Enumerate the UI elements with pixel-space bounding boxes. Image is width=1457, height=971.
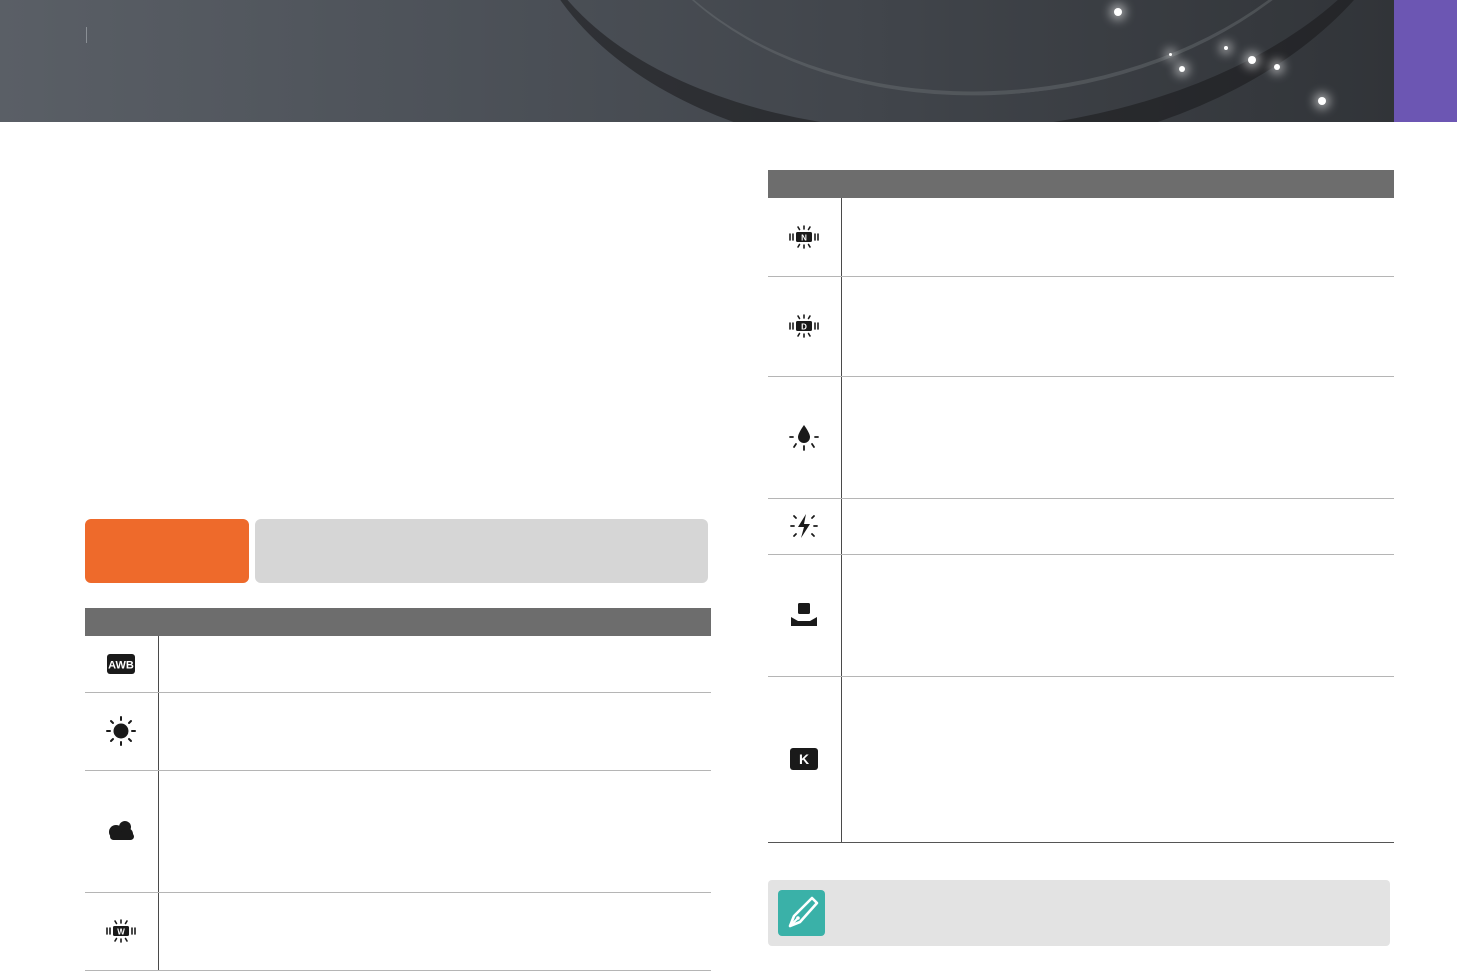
table-row: N [768,198,1394,277]
table-header-icon-column [768,170,841,198]
table-cell-icon: AWB [85,636,159,693]
table-row: AWB [85,636,711,693]
tungsten-bulb-icon [789,425,820,451]
table-row [768,376,1394,499]
header-light-dot [1114,8,1122,16]
table-header-description-column [841,170,1394,198]
table-cell-icon: K [768,676,842,843]
table-row [85,770,711,893]
table-header-icon-column [85,608,158,636]
table-cell-icon [85,692,159,771]
header-light-dot [1318,97,1326,105]
table-row: W [85,892,711,971]
header-light-dot [1179,66,1185,72]
svg-text:W: W [117,928,125,937]
table-row: K [768,676,1394,843]
table-cell-description [158,636,711,693]
fluorescent-w-icon: W [106,919,137,943]
table-row [768,554,1394,677]
option-label-block [85,519,249,583]
svg-text:K: K [799,751,809,767]
table-cell-description [158,692,711,771]
white-balance-table-left: AWB W [85,608,711,971]
kelvin-k-icon: K [790,748,819,770]
cloudy-icon [109,821,135,840]
pen-nib-icon [788,896,819,928]
note-box [768,880,1390,946]
page-header-banner [0,0,1457,122]
svg-text:AWB: AWB [108,659,134,671]
table-header-description-column [158,608,711,636]
table-row [768,498,1394,555]
awb-icon: AWB [107,653,136,674]
header-light-dot [1248,56,1256,64]
fluorescent-n-icon: N [789,224,820,249]
flash-wb-icon [790,514,819,538]
fluorescent-d-icon: D [789,314,820,338]
breadcrumb-divider [86,27,87,43]
table-cell-icon: D [768,276,842,377]
table-header-row [768,170,1394,198]
table-cell-description [841,376,1394,499]
custom-set-icon [791,603,818,626]
daylight-sun-icon [106,716,137,746]
header-light-dot [1169,53,1172,56]
table-cell-icon [768,498,842,555]
table-cell-description [841,276,1394,377]
table-cell-icon [768,554,842,677]
table-cell-description [158,892,711,971]
table-header-row [85,608,711,636]
white-balance-table-right: N D K [768,170,1394,843]
table-cell-description [841,498,1394,555]
table-cell-icon [768,376,842,499]
table-cell-description [841,554,1394,677]
svg-text:D: D [801,323,807,332]
table-cell-icon: N [768,198,842,277]
note-icon-tile [778,890,825,936]
table-cell-icon [85,770,159,893]
section-index-tab[interactable] [1394,0,1457,122]
table-row: D [768,276,1394,377]
option-path-block [255,519,708,583]
table-cell-icon: W [85,892,159,971]
table-row [85,692,711,771]
svg-text:N: N [801,233,807,242]
table-cell-description [841,676,1394,843]
table-cell-description [841,198,1394,277]
header-light-dot [1224,46,1228,50]
table-cell-description [158,770,711,893]
header-light-dot [1274,64,1280,70]
